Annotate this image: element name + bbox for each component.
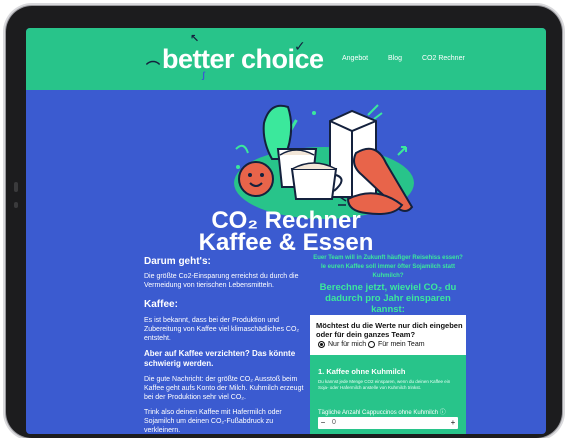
calculator-card: Möchtest du die Werte nur dich eingeben … <box>310 315 466 434</box>
radio-nur-fuer-mich[interactable]: Nur für mich <box>318 341 366 348</box>
radio-label-team: Für mein Team <box>378 341 425 348</box>
site-header: ⌒ ↖ better choice ✓ ʃ Angebot Blog CO2 R… <box>26 28 546 90</box>
text-hafermilch: Trink also deinen Kaffee mit Hafermilch … <box>144 409 282 434</box>
radio-unselected-icon[interactable] <box>368 341 375 348</box>
increment-button[interactable]: + <box>448 417 458 429</box>
logo-swoosh-icon: ⌒ <box>146 60 160 76</box>
text-kaffee: Es ist bekannt, dass bei der Produktion … <box>144 317 300 342</box>
side-button <box>14 202 18 208</box>
left-column: Darum geht's: Die größte Co2-Einsparung … <box>144 256 304 434</box>
hero-illustration <box>234 104 414 219</box>
heading-darum: Darum geht's: <box>144 256 211 267</box>
radio-label-mich: Nur für mich <box>328 341 367 348</box>
coffee-cup <box>290 168 338 200</box>
tomato-face <box>238 161 274 197</box>
nav-angebot[interactable]: Angebot <box>342 55 368 62</box>
page-title-line2: Kaffee & Essen <box>198 229 374 256</box>
section-text: Du kannst jede Menge CO2 einsparen, wenn… <box>318 379 451 390</box>
decrement-button[interactable]: − <box>318 417 328 429</box>
logo-check-icon: ✓ <box>294 38 306 54</box>
cappuccino-value[interactable]: 0 <box>332 419 336 426</box>
cappuccino-label: Tägliche Anzahl Cappuccinos ohne Kuhmilc… <box>318 410 446 416</box>
section-kaffee-ohne-kuhmilch: 1. Kaffee ohne Kuhmilch Du kannst jede M… <box>310 355 466 434</box>
team-question: Möchtest du die Werte nur dich eingeben … <box>316 321 463 339</box>
cta-text: Berechne jetzt, wieviel CO₂ du dadurch p… <box>319 282 457 315</box>
heading-kaffee: Kaffee: <box>144 299 178 310</box>
text-verzichten: Aber auf Kaffee verzichten? Das könnte s… <box>144 349 296 368</box>
text-gute-nachricht: Die gute Nachricht: der größte CO₂ Ausst… <box>144 376 304 401</box>
side-button <box>14 182 18 192</box>
nav-blog[interactable]: Blog <box>388 55 402 62</box>
intro-text: Euer Team will in Zukunft häufiger Reise… <box>313 255 463 279</box>
text-einsparung: Die größte Co2-Einsparung erreichst du d… <box>144 273 299 289</box>
radio-fuer-mein-team[interactable]: Für mein Team <box>368 341 425 348</box>
cappuccino-stepper[interactable]: − 0 + <box>318 417 458 429</box>
tablet-frame: ⌒ ↖ better choice ✓ ʃ Angebot Blog CO2 R… <box>6 6 562 438</box>
radio-selected-icon[interactable] <box>318 341 325 348</box>
section-title: 1. Kaffee ohne Kuhmilch <box>318 367 406 376</box>
screen: ⌒ ↖ better choice ✓ ʃ Angebot Blog CO2 R… <box>26 28 546 434</box>
nav-co2-rechner[interactable]: CO2 Rechner <box>422 55 465 62</box>
logo-zigzag-icon: ʃ <box>202 70 205 80</box>
